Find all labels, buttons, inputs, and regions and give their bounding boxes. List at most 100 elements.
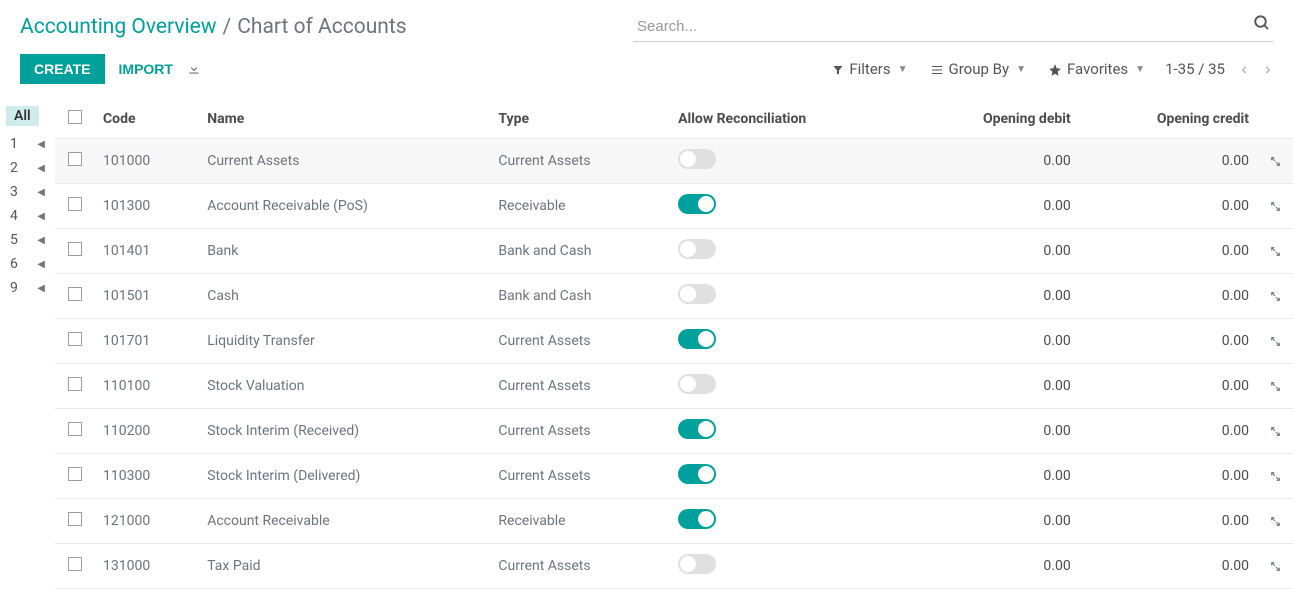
caret-left-icon: ◀ xyxy=(37,187,45,198)
reconcile-toggle[interactable] xyxy=(678,554,716,574)
sidebar-item-label: 9 xyxy=(10,280,18,296)
expand-icon[interactable] xyxy=(1257,139,1293,184)
sidebar-item[interactable]: 6◀ xyxy=(6,252,55,276)
row-checkbox[interactable] xyxy=(68,422,82,436)
expand-icon[interactable] xyxy=(1257,319,1293,364)
table-row[interactable]: 110200Stock Interim (Received)Current As… xyxy=(55,409,1293,454)
cell-name: Current Assets xyxy=(199,139,490,184)
cell-opening-credit: 0.00 xyxy=(1079,229,1257,274)
reconcile-toggle[interactable] xyxy=(678,194,716,214)
reconcile-toggle[interactable] xyxy=(678,329,716,349)
table-row[interactable]: 101401BankBank and Cash0.000.00 xyxy=(55,229,1293,274)
row-checkbox[interactable] xyxy=(68,377,82,391)
sidebar-item[interactable]: 9◀ xyxy=(6,276,55,300)
search-input[interactable] xyxy=(633,12,1273,42)
expand-icon[interactable] xyxy=(1257,544,1293,589)
pager-prev[interactable] xyxy=(1239,60,1249,79)
cell-name: Account Receivable xyxy=(199,499,490,544)
expand-icon[interactable] xyxy=(1257,454,1293,499)
cell-type: Bank and Cash xyxy=(490,274,670,319)
expand-icon[interactable] xyxy=(1257,499,1293,544)
col-reconcile[interactable]: Allow Reconciliation xyxy=(670,100,908,139)
cell-name: Bank xyxy=(199,229,490,274)
row-checkbox[interactable] xyxy=(68,152,82,166)
sidebar-item-label: 6 xyxy=(10,256,18,272)
table-row[interactable]: 101501CashBank and Cash0.000.00 xyxy=(55,274,1293,319)
table-row[interactable]: 131000Tax PaidCurrent Assets0.000.00 xyxy=(55,544,1293,589)
reconcile-toggle[interactable] xyxy=(678,464,716,484)
table-row[interactable]: 110300Stock Interim (Delivered)Current A… xyxy=(55,454,1293,499)
expand-icon[interactable] xyxy=(1257,184,1293,229)
download-icon[interactable] xyxy=(187,61,201,77)
col-code[interactable]: Code xyxy=(95,100,199,139)
cell-type: Receivable xyxy=(490,184,670,229)
create-button[interactable]: CREATE xyxy=(20,54,105,84)
cell-type: Current Assets xyxy=(490,139,670,184)
row-checkbox[interactable] xyxy=(68,242,82,256)
col-opening-credit[interactable]: Opening credit xyxy=(1079,100,1257,139)
col-opening-debit[interactable]: Opening debit xyxy=(908,100,1079,139)
filters-label: Filters xyxy=(849,60,890,78)
reconcile-toggle[interactable] xyxy=(678,419,716,439)
cell-name: Liquidity Transfer xyxy=(199,319,490,364)
row-checkbox[interactable] xyxy=(68,467,82,481)
cell-opening-credit: 0.00 xyxy=(1079,319,1257,364)
row-checkbox[interactable] xyxy=(68,557,82,571)
sidebar-item-label: 1 xyxy=(10,136,18,152)
favorites-button[interactable]: Favorites ▼ xyxy=(1048,60,1145,78)
search-icon[interactable] xyxy=(1253,14,1271,32)
accounts-table: Code Name Type Allow Reconciliation Open… xyxy=(55,100,1293,589)
filters-button[interactable]: Filters ▼ xyxy=(832,60,907,78)
cell-name: Stock Valuation xyxy=(199,364,490,409)
cell-opening-credit: 0.00 xyxy=(1079,184,1257,229)
import-button[interactable]: IMPORT xyxy=(119,61,173,77)
cell-type: Current Assets xyxy=(490,454,670,499)
col-name[interactable]: Name xyxy=(199,100,490,139)
col-type[interactable]: Type xyxy=(490,100,670,139)
cell-opening-debit: 0.00 xyxy=(908,139,1079,184)
pager-next[interactable] xyxy=(1263,60,1273,79)
row-checkbox[interactable] xyxy=(68,332,82,346)
sidebar-item-label: 2 xyxy=(10,160,18,176)
cell-opening-debit: 0.00 xyxy=(908,409,1079,454)
cell-type: Current Assets xyxy=(490,319,670,364)
sidebar-all[interactable]: All xyxy=(6,106,39,126)
expand-icon[interactable] xyxy=(1257,274,1293,319)
reconcile-toggle[interactable] xyxy=(678,509,716,529)
cell-code: 110300 xyxy=(95,454,199,499)
reconcile-toggle[interactable] xyxy=(678,374,716,394)
sidebar-item[interactable]: 5◀ xyxy=(6,228,55,252)
cell-code: 101300 xyxy=(95,184,199,229)
table-row[interactable]: 101300Account Receivable (PoS)Receivable… xyxy=(55,184,1293,229)
group-by-button[interactable]: Group By ▼ xyxy=(930,60,1026,78)
cell-code: 101401 xyxy=(95,229,199,274)
breadcrumb-root[interactable]: Accounting Overview xyxy=(20,15,217,39)
table-row[interactable]: 101701Liquidity TransferCurrent Assets 0.… xyxy=(55,319,1293,364)
sidebar-item[interactable]: 1◀ xyxy=(6,132,55,156)
list-icon xyxy=(930,60,944,78)
reconcile-toggle[interactable] xyxy=(678,284,716,304)
cell-code: 101701 xyxy=(95,319,199,364)
reconcile-toggle[interactable] xyxy=(678,149,716,169)
favorites-label: Favorites xyxy=(1067,60,1128,78)
table-row[interactable]: 121000Account ReceivableReceivable0.000.… xyxy=(55,499,1293,544)
row-checkbox[interactable] xyxy=(68,197,82,211)
caret-left-icon: ◀ xyxy=(37,163,45,174)
caret-left-icon: ◀ xyxy=(37,235,45,246)
expand-icon[interactable] xyxy=(1257,229,1293,274)
expand-icon[interactable] xyxy=(1257,364,1293,409)
cell-type: Current Assets xyxy=(490,409,670,454)
star-icon xyxy=(1048,60,1062,78)
expand-icon[interactable] xyxy=(1257,409,1293,454)
breadcrumb-current: Chart of Accounts xyxy=(237,15,406,39)
sidebar-item[interactable]: 2◀ xyxy=(6,156,55,180)
sidebar-item[interactable]: 4◀ xyxy=(6,204,55,228)
row-checkbox[interactable] xyxy=(68,287,82,301)
sidebar-item[interactable]: 3◀ xyxy=(6,180,55,204)
row-checkbox[interactable] xyxy=(68,512,82,526)
select-all-checkbox[interactable] xyxy=(68,110,82,124)
cell-opening-credit: 0.00 xyxy=(1079,499,1257,544)
table-row[interactable]: 101000Current AssetsCurrent Assets0.000.… xyxy=(55,139,1293,184)
reconcile-toggle[interactable] xyxy=(678,239,716,259)
table-row[interactable]: 110100Stock ValuationCurrent Assets0.000… xyxy=(55,364,1293,409)
